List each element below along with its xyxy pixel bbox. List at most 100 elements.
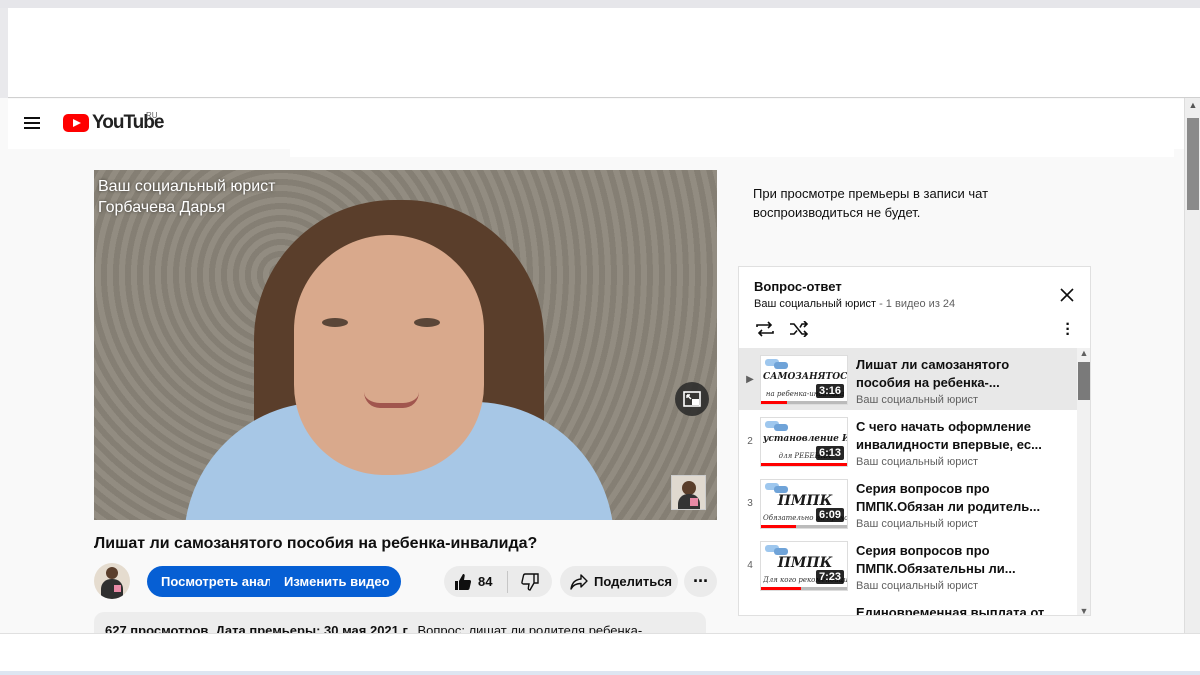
playlist-item[interactable]: ▶ САМОЗАНЯТОСТЬ И ПОСОБИЯ на ребенка-инв…	[739, 348, 1077, 410]
page-scrollbar[interactable]: ▲ ▼	[1184, 98, 1200, 643]
video-duration: 7:23	[815, 570, 844, 584]
masthead: YouTube RU	[8, 99, 1184, 149]
window-left-edge	[0, 8, 8, 98]
playlist-index: 2	[747, 436, 753, 447]
overlay-line-1: Ваш социальный юрист	[98, 178, 276, 195]
browser-window: YouTube RU Ваш социальный юрист Горбачев…	[0, 0, 1200, 675]
like-count: 84	[478, 574, 493, 589]
thumbnail-text: САМОЗАНЯТОСТЬ И ПОСОБИЯ	[763, 372, 847, 382]
watch-progress	[761, 463, 847, 466]
playlist-items: ▶ САМОЗАНЯТОСТЬ И ПОСОБИЯ на ребенка-инв…	[739, 348, 1077, 616]
avatar-book	[114, 585, 121, 592]
channel-watermark[interactable]	[671, 475, 706, 510]
video-overlay-title: Ваш социальный юрист Горбачева Дарья	[98, 176, 275, 218]
like-button[interactable]: 84	[444, 566, 507, 597]
loop-icon[interactable]	[754, 321, 776, 342]
watch-progress	[761, 525, 847, 528]
playlist-position: - 1 видео из 24	[876, 298, 956, 310]
browser-toolbar-area	[8, 8, 1200, 98]
playlist-video-channel: Ваш социальный юрист	[856, 394, 979, 406]
bottom-blank-area	[0, 633, 1200, 675]
playlist-video-channel: Ваш социальный юрист	[856, 518, 979, 530]
playlist-subtitle: Ваш социальный юрист - 1 видео из 24	[754, 298, 955, 310]
overlay-line-2: Горбачева Дарья	[98, 199, 226, 216]
watermark-head	[682, 481, 696, 495]
playlist-video-title: С чего начать оформление инвалидности вп…	[856, 419, 1042, 452]
speech-bubble-icon	[774, 424, 788, 431]
page-scroll-thumb[interactable]	[1187, 118, 1199, 210]
playlist-video-title: Серия вопросов про ПМПК.Обязательны ли..…	[856, 543, 1016, 576]
watch-progress	[761, 401, 847, 404]
studio-buttons: Посмотреть аналитику Изменить видео	[147, 566, 401, 597]
channel-avatar[interactable]	[94, 563, 130, 599]
playlist-video-title: Единовременная выплата от	[856, 605, 1045, 616]
playlist-scroll-thumb[interactable]	[1078, 362, 1090, 400]
share-icon	[570, 573, 588, 590]
speech-bubble-icon	[774, 362, 788, 369]
video-duration: 3:16	[815, 384, 844, 398]
window-bottom-edge	[0, 671, 1200, 675]
playlist-video-channel: Ваш социальный юрист	[856, 456, 979, 468]
playlist-thumbnail: САМОЗАНЯТОСТЬ И ПОСОБИЯ на ребенка-инвал…	[760, 355, 848, 405]
chat-replay-note: При просмотре премьеры в записи чат восп…	[753, 186, 989, 220]
presenter-eye-left	[322, 318, 348, 327]
share-label: Поделиться	[594, 574, 673, 589]
playlist-video-title: Лишат ли самозанятого пособия на ребенка…	[856, 357, 1010, 390]
playlist-title[interactable]: Вопрос-ответ	[754, 279, 842, 294]
share-button[interactable]: Поделиться	[560, 566, 678, 597]
watch-progress-fill	[761, 401, 788, 404]
video-duration: 6:09	[815, 508, 844, 522]
thumbnail-text: ПМПК	[777, 556, 833, 570]
watch-progress-fill	[761, 587, 801, 590]
thumbs-up-icon	[455, 573, 472, 590]
presenter-mouth	[364, 392, 419, 408]
presenter-face	[294, 235, 484, 475]
playlist-item[interactable]: Единовременная выплата от	[739, 596, 1077, 616]
watch-progress-fill	[761, 463, 847, 466]
youtube-play-icon	[63, 114, 89, 132]
playlist-item[interactable]: 3 ПМПК Обязательно ли проходить 6:09 Сер…	[739, 472, 1077, 534]
thumbnail-text: установление ИНВАЛИДНОСТИ	[763, 434, 847, 444]
region-code: RU	[146, 111, 158, 120]
watermark-book	[690, 498, 698, 506]
vertical-dots-icon[interactable]: · · ·	[1063, 317, 1073, 343]
miniplayer-button[interactable]	[675, 382, 709, 416]
thumbnail-text: ПМПК	[777, 494, 833, 508]
avatar-head	[106, 567, 118, 579]
thumbs-down-icon	[521, 572, 539, 591]
playlist-thumbnail: ПМПК Обязательно ли проходить 6:09	[760, 479, 848, 529]
playlist-item[interactable]: 2 установление ИНВАЛИДНОСТИ для РЕБЕНКА …	[739, 410, 1077, 472]
watch-progress	[761, 587, 847, 590]
now-playing-icon: ▶	[746, 374, 754, 385]
watch-progress-fill	[761, 525, 797, 528]
browser-top-strip	[0, 0, 1200, 8]
masthead-extension	[290, 149, 1174, 157]
playlist-index: 3	[747, 498, 753, 509]
playlist-channel[interactable]: Ваш социальный юрист	[754, 298, 876, 310]
playlist-panel: Вопрос-ответ Ваш социальный юрист - 1 ви…	[738, 266, 1091, 616]
more-actions-button[interactable]: ···	[684, 566, 717, 597]
scroll-up-icon[interactable]: ▲	[1077, 348, 1090, 358]
playlist-scrollbar[interactable]: ▲ ▼	[1077, 348, 1090, 615]
speech-bubble-icon	[774, 548, 788, 555]
playlist-video-channel: Ваш социальный юрист	[856, 580, 979, 592]
video-title: Лишат ли самозанятого пособия на ребенка…	[94, 535, 538, 552]
video-duration: 6:13	[815, 446, 844, 460]
playlist-index: 4	[747, 560, 753, 571]
playlist-thumbnail: ПМПК Для кого рекомендации обязательны 7…	[760, 541, 848, 591]
menu-icon[interactable]	[24, 117, 40, 129]
miniplayer-icon	[683, 391, 701, 407]
shuffle-icon[interactable]	[789, 320, 809, 342]
analytics-button[interactable]: Посмотреть аналитику	[147, 574, 270, 589]
more-actions-icon: ···	[693, 571, 709, 591]
presenter-eye-right	[414, 318, 440, 327]
dislike-button[interactable]	[508, 566, 552, 597]
playlist-video-title: Серия вопросов про ПМПК.Обязан ли родите…	[856, 481, 1041, 514]
video-player[interactable]: Ваш социальный юрист Горбачева Дарья	[94, 170, 717, 520]
scroll-up-icon[interactable]: ▲	[1188, 100, 1198, 110]
playlist-item[interactable]: 4 ПМПК Для кого рекомендации обязательны…	[739, 534, 1077, 596]
playlist-thumbnail: установление ИНВАЛИДНОСТИ для РЕБЕНКА 6:…	[760, 417, 848, 467]
scroll-down-icon[interactable]: ▼	[1077, 606, 1090, 615]
close-icon[interactable]	[1059, 287, 1075, 303]
edit-video-button[interactable]: Изменить видео	[270, 574, 390, 589]
